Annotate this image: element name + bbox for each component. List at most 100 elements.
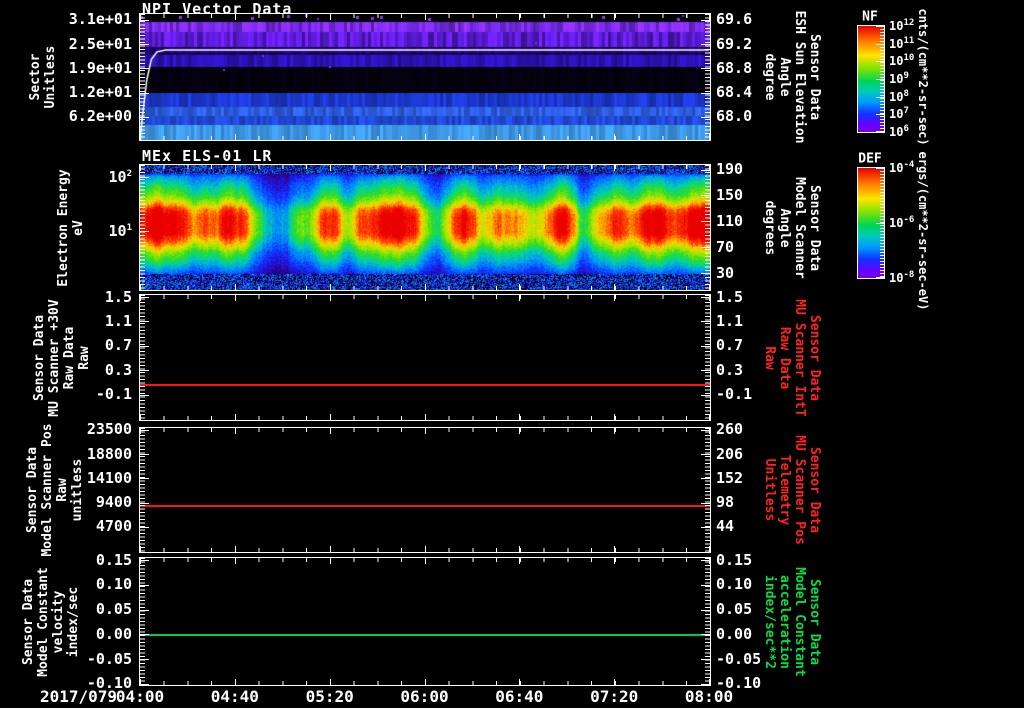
x-tick-label: 08:00 — [684, 687, 734, 706]
model-constant-velocity-line — [140, 633, 710, 636]
y-tick-label-right: 68.0 — [716, 107, 753, 126]
x-major-tick — [330, 679, 331, 685]
x-major-tick — [614, 14, 615, 20]
y-axis-label-right: Sensor Data Model Scanner Angle degrees — [762, 176, 822, 279]
y-tick-label-right: 110 — [716, 211, 744, 230]
y-major-tick — [140, 68, 149, 70]
x-major-tick — [235, 134, 236, 140]
y-tick-label-right: 152 — [716, 468, 744, 487]
y-major-tick — [701, 19, 710, 21]
x-major-tick — [614, 284, 615, 290]
y-major-tick — [140, 683, 149, 685]
y-major-tick — [701, 429, 710, 431]
y-axis-label-left: Sensor Data MU Scanner +30V Raw Data Raw — [32, 298, 92, 417]
x-major-tick — [519, 134, 520, 140]
x-tick-label: 06:40 — [495, 687, 544, 706]
y-major-tick — [140, 44, 149, 46]
panel-title-els: MEx ELS-01 LR — [142, 147, 273, 165]
colorbar-tick-label: 10-4 — [889, 160, 915, 176]
y-major-tick — [701, 659, 710, 661]
y-axis-label-left: Electron Energy eV — [56, 168, 86, 287]
y-axis-label-left: Sensor Data Model Constant velocity inde… — [21, 566, 81, 677]
x-major-tick — [614, 558, 615, 564]
y-tick-label-right: 0.05 — [716, 600, 753, 619]
colorbar-major-tick — [876, 223, 884, 224]
x-major-tick — [709, 414, 710, 420]
x-tick-label: 06:00 — [400, 687, 449, 706]
y-tick-label-right: 98 — [716, 493, 735, 512]
y-minor-ticks-left — [140, 558, 145, 685]
x-tick-label: 04:00 — [115, 687, 165, 706]
y-major-tick — [701, 345, 710, 347]
panel-npi-spectrogram — [139, 13, 711, 141]
x-major-tick — [425, 679, 426, 685]
els-heatmap-canvas — [140, 165, 710, 290]
y-major-tick — [140, 321, 149, 323]
colorbar-major-tick — [876, 168, 884, 169]
y-tick-label-left: 101 — [108, 221, 132, 240]
x-major-tick — [709, 428, 710, 434]
y-major-tick — [140, 231, 149, 233]
y-tick-label-left: 0.05 — [95, 600, 132, 619]
x-major-tick — [330, 14, 331, 20]
mu-scanner-30v-line — [140, 384, 710, 386]
y-tick-label-right: 68.8 — [716, 58, 753, 77]
y-axis-label-right: Sensor Data MU Scanner Pos Telemetry Uni… — [762, 435, 822, 545]
x-major-tick — [709, 295, 710, 301]
y-major-tick — [140, 92, 149, 94]
model-scanner-pos-line — [140, 505, 710, 508]
y-tick-label-left: 0.00 — [95, 624, 132, 643]
y-tick-label-left: 1.5 — [104, 287, 132, 306]
x-major-tick — [519, 284, 520, 290]
y-minor-ticks-left — [140, 428, 145, 552]
y-major-tick — [701, 68, 710, 70]
y-tick-label-right: 69.6 — [716, 10, 753, 29]
y-minor-ticks-right — [705, 14, 710, 140]
colorbar-tick-label: 10-6 — [889, 215, 915, 231]
y-tick-label-right: 44 — [716, 517, 735, 536]
y-tick-label-left: 102 — [108, 167, 132, 186]
x-major-tick — [235, 284, 236, 290]
x-major-tick — [140, 428, 141, 434]
x-major-tick — [235, 679, 236, 685]
colorbar-tick-label: 106 — [889, 124, 909, 140]
y-major-tick — [140, 429, 149, 431]
y-tick-label-left: 9400 — [95, 493, 132, 512]
y-tick-label-right: 0.3 — [716, 360, 744, 379]
panel-mu-scanner-30v — [139, 294, 711, 421]
y-minor-ticks-right — [705, 165, 710, 290]
y-tick-label-left: 23500 — [86, 420, 132, 439]
x-major-tick — [519, 679, 520, 685]
y-major-tick — [140, 609, 149, 611]
y-tick-label-left: 1.1 — [104, 311, 132, 330]
x-major-tick — [614, 295, 615, 301]
colorbar-major-tick — [876, 26, 884, 27]
colorbar-major-tick — [876, 43, 884, 45]
y-major-tick — [140, 370, 149, 372]
x-major-tick — [330, 134, 331, 140]
x-major-tick — [235, 414, 236, 420]
y-major-tick — [140, 634, 149, 636]
y-major-tick — [140, 394, 149, 396]
y-major-tick — [701, 169, 710, 171]
y-tick-label-right: 190 — [716, 160, 744, 179]
x-major-tick — [425, 558, 426, 564]
y-major-tick — [140, 345, 149, 347]
y-tick-label-left: 0.3 — [104, 360, 132, 379]
y-major-tick — [701, 609, 710, 611]
y-major-tick — [701, 526, 710, 528]
x-major-tick — [519, 428, 520, 434]
panel-model-constant-velocity — [139, 557, 711, 686]
y-major-tick — [701, 370, 710, 372]
x-major-tick — [235, 428, 236, 434]
y-tick-label-right: 0.00 — [716, 624, 753, 643]
x-major-tick — [330, 295, 331, 301]
y-tick-label-left: 0.10 — [95, 575, 132, 594]
y-major-tick — [701, 560, 710, 562]
y-major-tick — [701, 44, 710, 46]
y-axis-label-right: Sensor Data Model Constant acceleration … — [762, 566, 822, 677]
colorbar-tick-label: 109 — [889, 71, 909, 87]
colorbar-nf — [857, 25, 885, 133]
x-major-tick — [330, 284, 331, 290]
colorbar-major-tick — [876, 114, 884, 116]
